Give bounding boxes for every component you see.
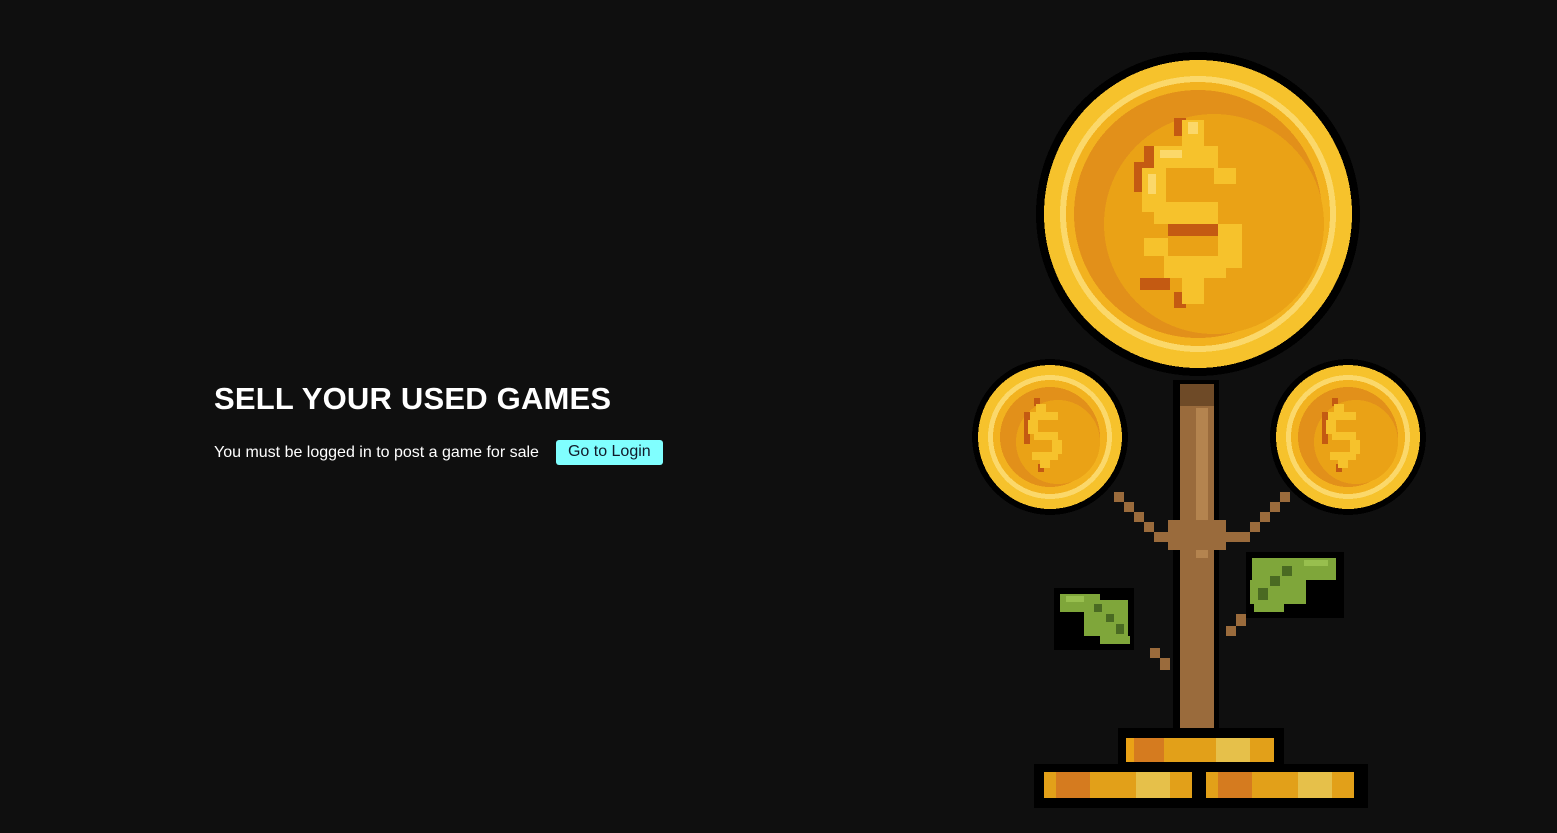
coin-stack-bottom: [1034, 764, 1368, 808]
money-tree-icon: [972, 52, 1426, 808]
large-coin: [1036, 52, 1360, 376]
right-leaf: [1246, 552, 1344, 618]
money-tree-illustration: [964, 52, 1444, 812]
login-required-message: You must be logged in to post a game for…: [214, 443, 539, 461]
left-leaf: [1054, 588, 1134, 650]
page-title: SELL YOUR USED GAMES: [214, 381, 612, 416]
coin-stack-top: [1118, 728, 1284, 768]
small-coin-right: [1270, 359, 1426, 515]
login-prompt: You must be logged in to post a game for…: [214, 440, 663, 465]
go-to-login-button[interactable]: Go to Login: [555, 440, 663, 465]
sell-page: SELL YOUR USED GAMES You must be logged …: [0, 0, 1557, 833]
sell-section: SELL YOUR USED GAMES You must be logged …: [214, 380, 663, 465]
small-coin-left: [972, 359, 1128, 515]
